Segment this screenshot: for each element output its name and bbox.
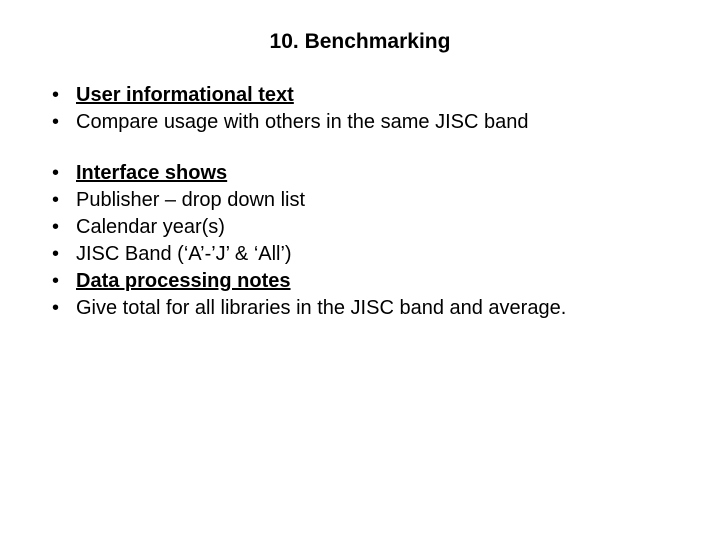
list-item: Compare usage with others in the same JI… xyxy=(48,109,672,136)
slide-title: 10. Benchmarking xyxy=(48,30,672,54)
list-item: User informational text xyxy=(48,82,672,109)
list-item: Give total for all libraries in the JISC… xyxy=(48,295,672,322)
list-item: Publisher – drop down list xyxy=(48,187,672,214)
list-item: Interface shows xyxy=(48,160,672,187)
slide: 10. Benchmarking User informational text… xyxy=(0,0,720,540)
list-item-label: Give total for all libraries in the JISC… xyxy=(76,297,566,319)
list-item-label: Interface shows xyxy=(76,162,227,184)
bullet-group-1: User informational text Compare usage wi… xyxy=(48,82,672,136)
list-item-label: User informational text xyxy=(76,84,294,106)
list-item: Data processing notes xyxy=(48,268,672,295)
bullet-group-2: Interface shows Publisher – drop down li… xyxy=(48,160,672,322)
list-item-label: Data processing notes xyxy=(76,270,291,292)
list-item-label: JISC Band (‘A’-’J’ & ‘All’) xyxy=(76,243,292,265)
list-item: Calendar year(s) xyxy=(48,214,672,241)
list-item: JISC Band (‘A’-’J’ & ‘All’) xyxy=(48,241,672,268)
list-item-label: Publisher – drop down list xyxy=(76,189,305,211)
list-item-label: Calendar year(s) xyxy=(76,216,225,238)
list-item-label: Compare usage with others in the same JI… xyxy=(76,111,528,133)
